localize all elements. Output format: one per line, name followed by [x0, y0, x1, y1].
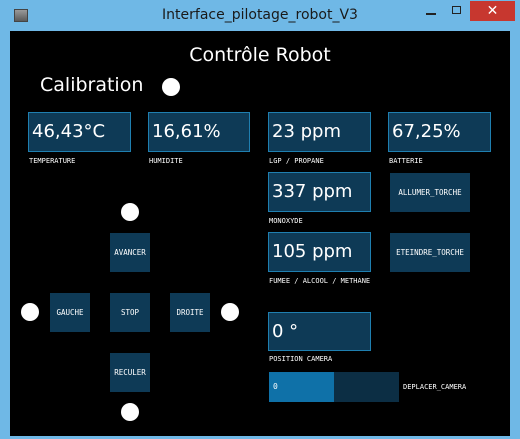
- back-indicator: [121, 403, 139, 421]
- maximize-button[interactable]: [444, 1, 470, 21]
- stop-button[interactable]: STOP: [110, 293, 150, 332]
- camera-slider-label: DEPLACER_CAMERA: [403, 383, 467, 391]
- back-button[interactable]: RECULER: [110, 353, 150, 392]
- calibration-toggle[interactable]: [162, 78, 180, 96]
- left-button[interactable]: GAUCHE: [50, 293, 90, 332]
- monoxide-label: MONOXYDE: [269, 217, 303, 225]
- camera-slider-fill: [269, 372, 334, 402]
- smoke-value: 105 ppm: [268, 232, 371, 272]
- lgp-label: LGP / PROPANE: [269, 157, 324, 165]
- humidity-label: HUMIDITE: [149, 157, 183, 165]
- close-button[interactable]: ✕: [470, 1, 515, 21]
- camera-position-label: POSITION CAMERA: [269, 355, 333, 363]
- right-indicator: [221, 303, 239, 321]
- close-icon: ✕: [486, 3, 499, 19]
- smoke-label: FUMEE / ALCOOL / METHANE: [269, 277, 371, 285]
- calibration-label: Calibration: [40, 74, 144, 96]
- torch-off-button[interactable]: ETEINDRE_TORCHE: [390, 233, 470, 272]
- forward-indicator: [121, 203, 139, 221]
- maximize-icon: [452, 6, 461, 14]
- camera-slider-value: 0: [273, 382, 278, 391]
- battery-value: 67,25%: [388, 112, 491, 152]
- humidity-value: 16,61%: [148, 112, 250, 152]
- torch-on-button[interactable]: ALLUMER_TORCHE: [390, 173, 470, 212]
- lgp-value: 23 ppm: [268, 112, 371, 152]
- temperature-value: 46,43°C: [28, 112, 131, 152]
- monoxide-value: 337 ppm: [268, 172, 371, 212]
- page-title: Contrôle Robot: [189, 44, 331, 66]
- minimize-button[interactable]: [418, 1, 444, 21]
- battery-label: BATTERIE: [389, 157, 423, 165]
- minimize-icon: [426, 13, 436, 15]
- temperature-label: TEMPERATURE: [29, 157, 76, 165]
- camera-slider[interactable]: 0: [269, 372, 399, 402]
- forward-button[interactable]: AVANCER: [110, 233, 150, 272]
- camera-position-value: 0 °: [268, 312, 371, 351]
- left-indicator: [21, 303, 39, 321]
- window-titlebar[interactable]: Interface_pilotage_robot_V3 ✕: [0, 0, 520, 31]
- right-button[interactable]: DROITE: [170, 293, 210, 332]
